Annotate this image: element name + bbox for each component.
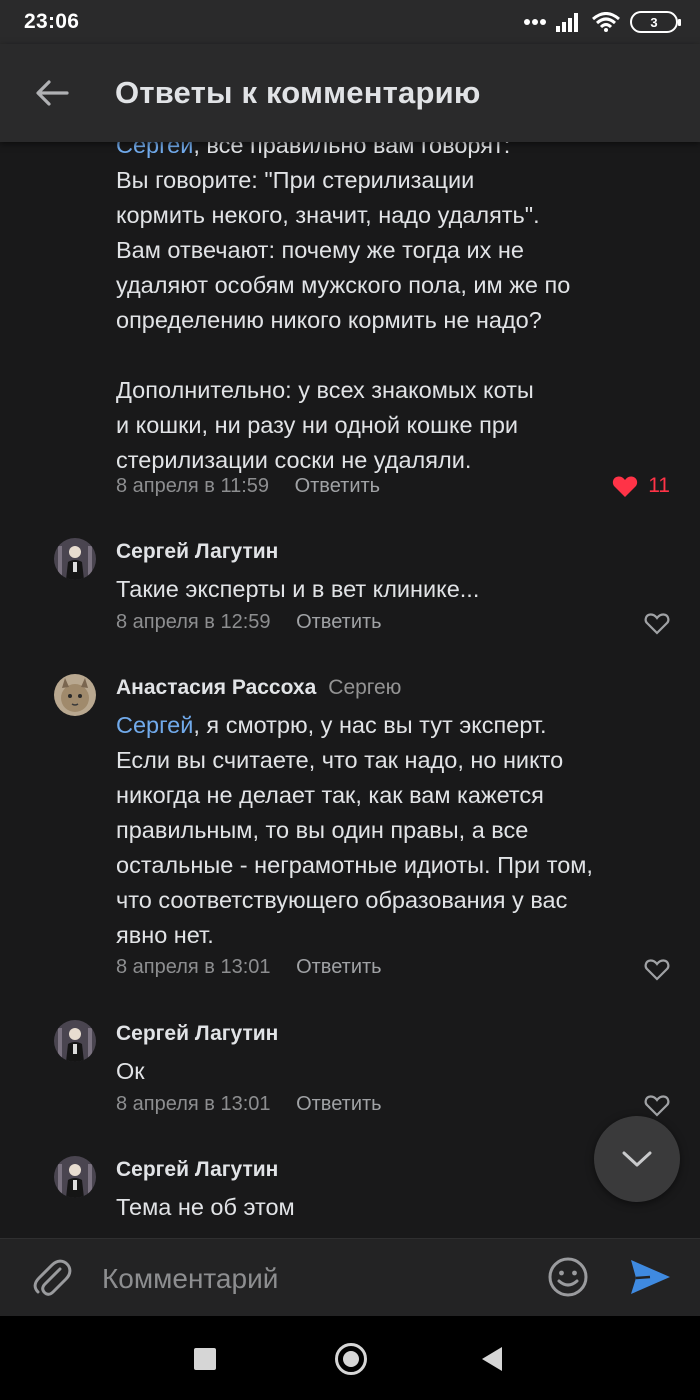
chevron-down-icon [622, 1151, 652, 1167]
mention-link[interactable]: Сергей [116, 712, 193, 738]
comment-text-line: Дополнительно: у всех знакомых коты [116, 377, 534, 403]
avatar[interactable] [54, 674, 96, 716]
heart-outline-icon [644, 613, 670, 635]
like-count: 11 [648, 474, 670, 497]
mention-link[interactable]: Сергей [116, 142, 193, 158]
status-time: 23:06 [24, 10, 80, 33]
recent-apps-icon[interactable] [194, 1348, 216, 1370]
comments-feed[interactable]: Сергей, все правильно вам говорят: Вы го… [0, 142, 700, 1238]
heart-outline-icon [644, 959, 670, 981]
avatar-photo-icon [54, 1156, 96, 1198]
comment-text: Сергей, все правильно вам говорят: Вы го… [116, 142, 676, 478]
comment-text-line: явно нет. [116, 922, 214, 948]
wifi-icon [592, 12, 620, 32]
like-button[interactable] [644, 958, 670, 986]
comment-text-line: удаляют особям мужского пола, им же по [116, 272, 571, 298]
comment-meta: 8 апреля в 13:01 Ответить [116, 956, 382, 979]
status-bar: 23:06 3 [0, 0, 700, 44]
avatar[interactable] [54, 1156, 96, 1198]
comment-meta: 8 апреля в 12:59 Ответить [116, 611, 382, 634]
battery-level: 3 [650, 14, 658, 30]
avatar-photo-icon [54, 1020, 96, 1062]
comment-text-line: стерилизации соски не удаляли. [116, 447, 472, 473]
comment-text-line: кормить некого, значит, надо удалять". [116, 202, 540, 228]
like-button[interactable]: 11 [612, 474, 670, 498]
home-icon[interactable] [335, 1343, 367, 1375]
signal-icon [556, 13, 578, 32]
author-name[interactable]: Анастасия Рассоха [116, 676, 316, 699]
comment-text-line: никогда не делает так, как вам кажется [116, 782, 544, 808]
author-line: Анастасия Рассоха Сергею [116, 675, 401, 701]
comment-text-line: Если вы считаете, что так надо, но никто [116, 747, 564, 773]
comment-text-line: определению никого кормить не надо? [116, 307, 542, 333]
page-title: Ответы к комментарию [115, 75, 481, 110]
author-line: Сергей Лагутин [116, 1157, 278, 1183]
comment-text-line: Сергей, все правильно вам говорят: [116, 142, 676, 163]
reply-button[interactable]: Ответить [296, 1093, 382, 1115]
comment-text-line: что соответствующего образования у вас [116, 887, 568, 913]
avatar[interactable] [54, 1020, 96, 1062]
comment-text-line [116, 338, 676, 373]
reply-button[interactable]: Ответить [295, 475, 381, 497]
comment-text-line: Вы говорите: "При стерилизации [116, 167, 475, 193]
avatar[interactable] [54, 538, 96, 580]
avatar-photo-icon [54, 538, 96, 580]
author-line: Сергей Лагутин [116, 539, 278, 565]
back-button[interactable] [22, 63, 82, 123]
heart-filled-icon [613, 475, 638, 497]
emoji-button[interactable] [546, 1255, 590, 1304]
reply-to-label[interactable]: Сергею [328, 676, 401, 699]
like-button[interactable] [644, 612, 670, 640]
reply-button[interactable]: Ответить [296, 956, 382, 978]
scroll-down-button[interactable] [594, 1116, 680, 1202]
comment-text: Ок [116, 1058, 145, 1084]
comment-input[interactable] [102, 1259, 522, 1299]
comment-text-line: правильным, то вы один правы, а все [116, 817, 529, 843]
paperclip-icon [33, 1259, 72, 1296]
comment-composer [0, 1238, 700, 1316]
author-name[interactable]: Сергей Лагутин [116, 1158, 278, 1181]
comment-text-line: Вам отвечают: почему же тогда их не [116, 237, 524, 263]
comment-meta: 8 апреля в 13:01 Ответить [116, 1093, 382, 1116]
arrow-left-icon [36, 80, 69, 106]
comment-meta: 8 апреля в 11:59 Ответить [116, 475, 380, 498]
attach-button[interactable] [30, 1255, 74, 1304]
comment-date: 8 апреля в 11:59 [116, 475, 270, 497]
comment-text: Такие эксперты и в вет клинике... [116, 576, 480, 602]
reply-button[interactable]: Ответить [296, 611, 382, 633]
system-back-icon[interactable] [482, 1347, 502, 1371]
status-icons: 3 [524, 11, 681, 33]
avatar-photo-icon [54, 674, 96, 716]
comment-text-line: и кошки, ни разу ни одной кошке при [116, 412, 519, 438]
author-name[interactable]: Сергей Лагутин [116, 540, 278, 563]
heart-outline-icon [644, 1095, 670, 1117]
comment-date: 8 апреля в 12:59 [116, 611, 271, 633]
author-name[interactable]: Сергей Лагутин [116, 1022, 278, 1045]
app-header: Ответы к комментарию [0, 44, 700, 142]
more-dots-icon [524, 19, 546, 25]
send-icon [631, 1260, 670, 1294]
send-button[interactable] [628, 1257, 672, 1302]
battery-icon: 3 [630, 11, 681, 33]
comment-text-line: Сергей, я смотрю, у нас вы тут эксперт. [116, 712, 547, 738]
comment-date: 8 апреля в 13:01 [116, 956, 271, 978]
comment-text: Сергей, я смотрю, у нас вы тут эксперт. … [116, 708, 676, 953]
author-line: Сергей Лагутин [116, 1021, 278, 1047]
comment-date: 8 апреля в 13:01 [116, 1093, 271, 1115]
comment-text-line: остальные - неграмотные идиоты. При том, [116, 852, 593, 878]
comment-text: Тема не об этом [116, 1194, 295, 1220]
smile-icon [548, 1257, 588, 1297]
system-nav-bar [0, 1316, 700, 1400]
